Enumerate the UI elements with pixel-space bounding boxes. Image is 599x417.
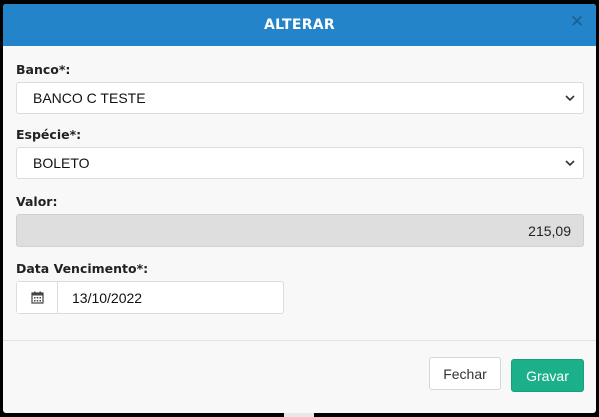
footer-divider <box>3 340 596 341</box>
bottom-tab <box>284 413 314 417</box>
valor-label: Valor: <box>16 194 58 209</box>
chevron-down-icon <box>565 93 575 103</box>
gravar-button[interactable]: Gravar <box>511 359 584 392</box>
vencimento-date-field: 13/10/2022 <box>16 281 284 314</box>
edit-modal: ALTERAR ✕ Banco*: BANCO C TESTE Espécie*… <box>3 4 596 413</box>
especie-select[interactable]: BOLETO <box>16 147 584 179</box>
vencimento-label: Data Vencimento*: <box>16 261 149 276</box>
banco-select-value: BANCO C TESTE <box>33 90 146 106</box>
especie-select-value: BOLETO <box>33 155 90 171</box>
chevron-down-icon <box>565 158 575 168</box>
fechar-button[interactable]: Fechar <box>429 357 501 390</box>
banco-group: Banco*: BANCO C TESTE <box>16 62 584 114</box>
banco-label: Banco*: <box>16 62 71 77</box>
especie-label: Espécie*: <box>16 127 82 142</box>
calendar-icon[interactable] <box>17 282 58 313</box>
vencimento-group: Data Vencimento*: 13/10/2022 <box>16 261 584 314</box>
modal-title: ALTERAR <box>263 17 336 33</box>
modal-header: ALTERAR ✕ <box>3 4 596 46</box>
vencimento-input[interactable]: 13/10/2022 <box>58 282 283 313</box>
close-icon[interactable]: ✕ <box>567 12 587 32</box>
valor-field: 215,09 <box>16 214 584 247</box>
valor-group: Valor: 215,09 <box>16 194 584 247</box>
especie-group: Espécie*: BOLETO <box>16 127 584 179</box>
banco-select[interactable]: BANCO C TESTE <box>16 82 584 114</box>
